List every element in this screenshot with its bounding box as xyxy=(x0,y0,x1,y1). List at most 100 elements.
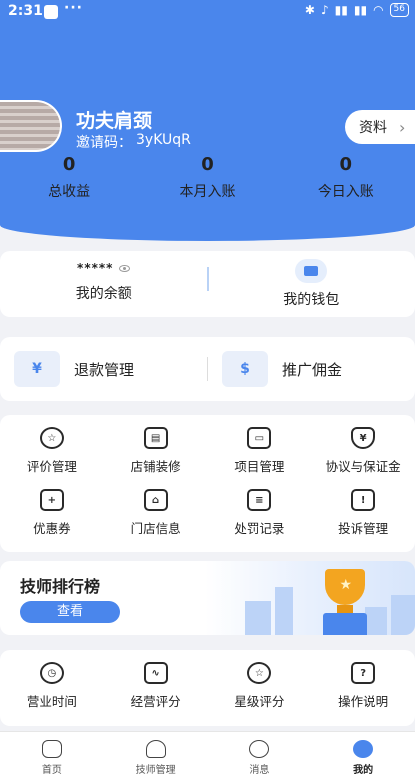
service-project-management[interactable]: ▭ 项目管理 xyxy=(208,427,312,475)
service-label: 评价管理 xyxy=(26,459,77,474)
stat-value: 0 xyxy=(201,154,214,175)
wallet-label: 我的钱包 xyxy=(283,292,340,308)
refund-icon: ¥ xyxy=(14,351,60,387)
refund-management-label: 退款管理 xyxy=(74,360,135,379)
wallet-icon xyxy=(295,259,328,283)
tab-label: 技师管理 xyxy=(135,765,176,776)
chart-icon: ∿ xyxy=(143,662,168,684)
tab-mine[interactable]: 我的 xyxy=(311,732,415,781)
clock-icon: ◷ xyxy=(39,662,64,684)
profile-icon xyxy=(353,740,374,758)
tool-label: 营业时间 xyxy=(26,694,77,709)
balance-label: 我的余额 xyxy=(75,286,132,302)
tool-label: 星级评分 xyxy=(234,694,285,709)
service-penalty-records[interactable]: ≡ 处罚记录 xyxy=(208,489,312,537)
service-store-decoration[interactable]: ▤ 店铺装修 xyxy=(104,427,208,475)
tab-home[interactable]: 首页 xyxy=(0,732,104,781)
review-icon: ☆ xyxy=(39,427,64,449)
service-label: 店铺装修 xyxy=(130,459,181,474)
service-label: 优惠券 xyxy=(33,521,71,536)
invite-code-row: 邀请码： 3yKUqR xyxy=(76,132,191,152)
eye-icon[interactable] xyxy=(119,264,131,272)
chevron-right-icon: › xyxy=(399,117,406,137)
wifi-icon: ◠ xyxy=(373,3,384,17)
profile-info-button[interactable]: 资料 › xyxy=(345,110,415,144)
view-ranking-button[interactable]: 查看 xyxy=(20,601,120,623)
stat-value: 0 xyxy=(339,154,353,175)
quick-actions-card: ¥ 退款管理 $ 推广佣金 xyxy=(0,337,415,401)
stat-label: 本月入账 xyxy=(179,184,236,200)
invite-code-label: 邀请码： xyxy=(76,135,132,151)
services-card: ☆ 评价管理 ▤ 店铺装修 ▭ 项目管理 ¥ 协议与保证金 + 优惠券 ⌂ 门店… xyxy=(0,415,415,552)
tool-business-hours[interactable]: ◷ 营业时间 xyxy=(0,662,104,710)
wallet-section[interactable]: 我的钱包 xyxy=(208,251,415,317)
technician-ranking-banner[interactable]: ★ 技师排行榜 查看 xyxy=(0,561,415,635)
battery-icon: 56 xyxy=(389,3,409,17)
stat-label: 今日入账 xyxy=(317,184,374,200)
service-agreement-deposit[interactable]: ¥ 协议与保证金 xyxy=(311,427,415,475)
more-notifications-icon: ··· xyxy=(64,0,83,16)
service-review-management[interactable]: ☆ 评价管理 xyxy=(0,427,104,475)
service-label: 处罚记录 xyxy=(234,521,285,536)
service-label: 门店信息 xyxy=(130,521,181,536)
balance-value-row: ***** xyxy=(0,261,208,275)
tab-label: 消息 xyxy=(249,765,270,776)
shield-yen-icon: ¥ xyxy=(351,427,376,449)
penalty-record-icon: ≡ xyxy=(247,489,272,511)
status-bar: 2:31 ··· ✱ ♪ ▮▮ ▮▮ ◠ 56 xyxy=(0,0,415,26)
stat-value: 0 xyxy=(62,154,76,175)
service-label: 投诉管理 xyxy=(338,521,389,536)
bottom-tab-bar: 首页 技师管理 消息 我的 xyxy=(0,731,415,781)
stat-month-income[interactable]: 0 本月入账 xyxy=(138,154,276,201)
tools-card: ◷ 营业时间 ∿ 经营评分 ☆ 星级评分 ? 操作说明 xyxy=(0,650,415,726)
tool-star-rating[interactable]: ☆ 星级评分 xyxy=(208,662,312,710)
app-notification-icon xyxy=(44,5,58,19)
mute-icon: ♪ xyxy=(320,3,329,17)
tab-label: 首页 xyxy=(41,765,62,776)
tools-grid: ◷ 营业时间 ∿ 经营评分 ☆ 星级评分 ? 操作说明 xyxy=(0,662,415,710)
balance-section[interactable]: ***** 我的余额 xyxy=(0,251,208,317)
tab-technician-management[interactable]: 技师管理 xyxy=(104,732,208,781)
tool-instructions[interactable]: ? 操作说明 xyxy=(311,662,415,710)
home-icon xyxy=(41,740,62,758)
service-complaint-management[interactable]: ! 投诉管理 xyxy=(311,489,415,537)
message-icon xyxy=(249,740,270,758)
stat-total-income[interactable]: 0 总收益 xyxy=(0,154,138,201)
service-coupons[interactable]: + 优惠券 xyxy=(0,489,104,537)
tab-label: 我的 xyxy=(353,765,374,776)
coupon-icon: + xyxy=(39,489,64,511)
stat-label: 总收益 xyxy=(48,184,91,200)
complaint-icon: ! xyxy=(351,489,376,511)
wallet-card: ***** 我的余额 我的钱包 xyxy=(0,251,415,317)
shop-name: 功夫肩颈 xyxy=(76,110,153,132)
money-bag-icon: $ xyxy=(222,351,268,387)
bluetooth-icon: ✱ xyxy=(304,3,315,17)
profile-info-label: 资料 xyxy=(359,120,387,136)
tool-label: 操作说明 xyxy=(338,694,389,709)
document-icon: ? xyxy=(351,662,376,684)
avatar[interactable] xyxy=(0,100,62,152)
paint-roller-icon: ▤ xyxy=(143,427,168,449)
refund-management-button[interactable]: ¥ 退款管理 xyxy=(0,351,207,387)
promotion-commission-button[interactable]: $ 推广佣金 xyxy=(208,351,415,387)
tool-business-rating[interactable]: ∿ 经营评分 xyxy=(104,662,208,710)
promotion-commission-label: 推广佣金 xyxy=(282,360,343,379)
status-icons: ✱ ♪ ▮▮ ▮▮ ◠ 56 xyxy=(305,3,409,17)
service-label: 协议与保证金 xyxy=(325,459,401,474)
technician-icon xyxy=(145,740,166,758)
clock-time: 2:31 xyxy=(8,3,43,19)
tab-messages[interactable]: 消息 xyxy=(208,732,312,781)
services-grid: ☆ 评价管理 ▤ 店铺装修 ▭ 项目管理 ¥ 协议与保证金 + 优惠券 ⌂ 门店… xyxy=(0,427,415,537)
signal-icon-2: ▮▮ xyxy=(353,3,368,17)
service-label: 项目管理 xyxy=(234,459,285,474)
balance-masked: ***** xyxy=(77,261,114,275)
profile-header: 功夫肩颈 邀请码： 3yKUqR 资料 › xyxy=(0,26,415,241)
star-icon: ☆ xyxy=(247,662,272,684)
signal-icon: ▮▮ xyxy=(334,3,348,17)
ranking-title: 技师排行榜 xyxy=(20,577,101,596)
stat-today-income[interactable]: 0 今日入账 xyxy=(277,154,415,201)
income-stats: 0 总收益 0 本月入账 0 今日入账 xyxy=(0,154,415,201)
tool-label: 经营评分 xyxy=(130,694,181,709)
ranking-illustration: ★ xyxy=(205,561,415,635)
service-store-info[interactable]: ⌂ 门店信息 xyxy=(104,489,208,537)
